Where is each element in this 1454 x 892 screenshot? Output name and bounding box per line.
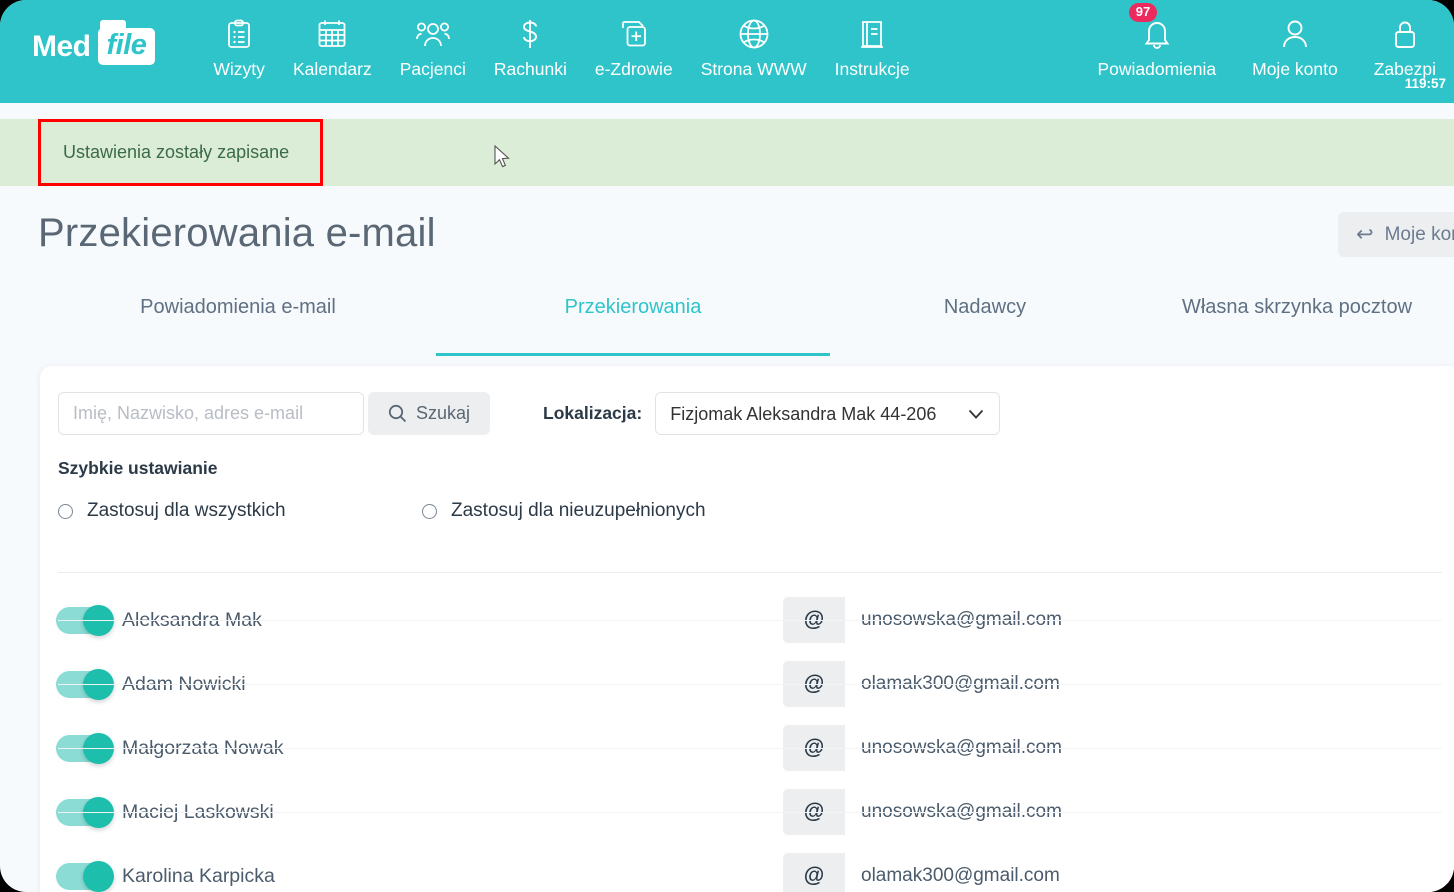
email-input[interactable] [845,853,1454,892]
tab-nadawcy[interactable]: Nadawcy [830,290,1140,348]
nav-item-kalendarz[interactable]: Kalendarz [279,13,386,80]
nav-item-strona-www[interactable]: Strona WWW [687,13,821,80]
application-window: Med file Wizyty Kalendarz Pacjenci Rachu… [0,0,1454,892]
nav-item-moje-konto[interactable]: Moje konto [1234,13,1356,80]
nav-item-wizyty[interactable]: Wizyty [199,13,279,80]
top-navigation-bar: Med file Wizyty Kalendarz Pacjenci Rachu… [0,0,1454,103]
back-arrow-icon: ↩ [1356,223,1374,246]
tab-wlasna-skrzynka-pocztowa[interactable]: Własna skrzynka pocztow [1140,290,1454,348]
user-icon [1281,13,1309,55]
location-filter-row: Lokalizacja: Fizjomak Aleksandra Mak 44-… [543,392,1001,435]
page-title: Przekierowania e-mail [38,211,436,255]
nav-item-zabezpieczenia[interactable]: Zabezpi [1356,13,1454,80]
radio-label: Zastosuj dla nieuzupełnionych [451,500,706,521]
radio-apply-all[interactable]: Zastosuj dla wszystkich [58,500,286,522]
nav-label-ezdrowie: e-Zdrowie [594,59,673,79]
at-icon: @ [783,853,845,892]
forwarding-toggle[interactable] [56,860,114,892]
row-separator [58,684,1442,685]
nav-label-pacjenci: Pacjenci [399,59,466,79]
quick-settings-title: Szybkie ustawianie [58,458,218,478]
radio-label: Zastosuj dla wszystkich [87,500,286,521]
bell-icon: 97 [1128,3,1172,55]
clipboard-icon [226,13,252,55]
alert-message: Ustawienia zostały zapisane [63,142,290,162]
ehealth-icon [619,13,649,55]
tab-przekierowania[interactable]: Przekierowania [436,290,830,356]
nav-label-wizyty: Wizyty [213,59,265,79]
logo-med-text: Med [32,29,91,63]
person-name: Karolina Karpicka [122,864,275,887]
tab-bar: Powiadomienia e-mail Przekierowania Nada… [40,290,1454,356]
success-alert-bar: Ustawienia zostały zapisane [0,119,1454,186]
session-timer: 119:57 [1404,76,1446,91]
nav-item-instrukcje[interactable]: Instrukcje [821,13,924,80]
search-button-label: Szukaj [416,403,471,423]
row-separator [58,812,1442,813]
row-separator [58,748,1442,749]
medfile-logo[interactable]: Med file [32,20,156,65]
my-account-button-label: Moje kon [1384,223,1454,245]
patients-icon [415,13,450,55]
nav-label-moje-konto: Moje konto [1252,59,1338,79]
alert-annotation-box: Ustawienia zostały zapisane [38,119,323,186]
book-icon [858,13,886,55]
location-select[interactable]: Fizjomak Aleksandra Mak 44-206 [655,392,1001,435]
nav-label-powiadomienia: Powiadomienia [1097,59,1217,79]
lock-icon [1391,13,1419,55]
table-row: Karolina Karpicka @ [40,844,1454,892]
my-account-back-button[interactable]: ↩ Moje kon [1338,212,1454,257]
globe-icon [738,13,770,55]
radio-button-icon[interactable] [58,503,73,519]
email-field: @ [783,853,1454,892]
logo-file-text: file [97,20,156,65]
calendar-icon [317,13,347,55]
content-card: Szukaj Lokalizacja: Fizjomak Aleksandra … [40,366,1454,892]
nav-item-powiadomienia[interactable]: 97 Powiadomienia [1079,3,1234,80]
search-icon [388,404,407,423]
nav-label-instrukcje: Instrukcje [834,59,910,79]
nav-label-rachunki: Rachunki [493,59,567,79]
search-input[interactable] [58,392,364,435]
mouse-cursor [494,144,512,176]
toggle-knob [83,860,114,892]
location-label: Lokalizacja: [543,403,643,423]
tab-label: Przekierowania [564,296,702,318]
nav-label-strona-www: Strona WWW [700,59,807,79]
tab-label: Powiadomienia e-mail [140,296,336,318]
nav-item-ezdrowie[interactable]: e-Zdrowie [581,13,687,80]
radio-apply-unfilled[interactable]: Zastosuj dla nieuzupełnionych [422,500,706,522]
tab-label: Nadawcy [943,296,1027,318]
nav-right-items: 97 Powiadomienia Moje konto Zabezpi [1079,3,1454,80]
dollar-icon [519,13,541,55]
tab-label: Własna skrzynka pocztow [1181,296,1413,318]
main-nav-items: Wizyty Kalendarz Pacjenci Rachunki e-Zdr… [199,13,923,80]
nav-label-kalendarz: Kalendarz [292,59,372,79]
nav-item-pacjenci[interactable]: Pacjenci [386,13,480,80]
radio-button-icon[interactable] [422,503,437,519]
section-divider [58,572,1442,573]
row-separator [58,620,1442,621]
tab-powiadomienia-email[interactable]: Powiadomienia e-mail [40,290,436,348]
notification-badge: 97 [1128,3,1158,22]
search-row: Szukaj [58,392,491,435]
search-button[interactable]: Szukaj [368,392,491,435]
nav-item-rachunki[interactable]: Rachunki [480,13,581,80]
